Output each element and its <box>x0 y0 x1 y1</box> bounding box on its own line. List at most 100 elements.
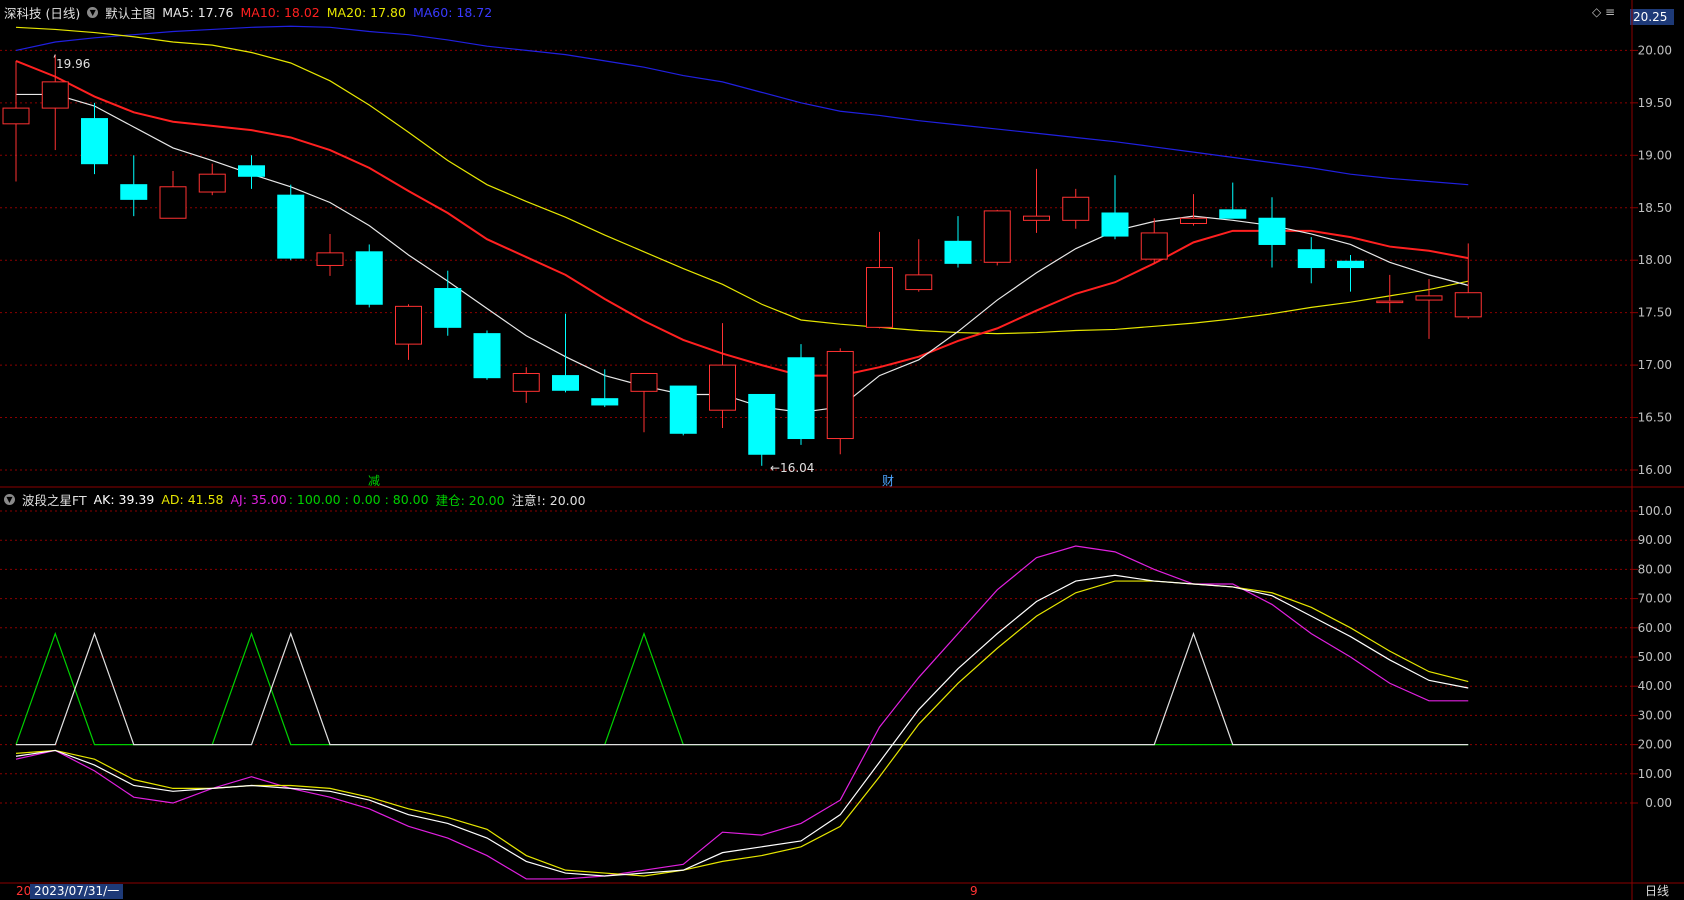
candle <box>1376 274 1404 313</box>
candle <box>238 155 265 189</box>
month-marker: 9 <box>970 884 978 898</box>
candle-body <box>473 333 501 379</box>
candle <box>512 367 540 403</box>
mark-cai: 财 <box>882 474 894 488</box>
candle <box>630 372 658 433</box>
candle <box>1023 168 1050 233</box>
y-tick-label: 19.00 <box>1638 148 1672 162</box>
candle <box>1180 194 1207 226</box>
candle-body <box>826 350 854 440</box>
candle-body <box>2 107 30 125</box>
period-label[interactable]: 日线 <box>1645 884 1669 899</box>
candle-body <box>983 210 1011 263</box>
high-annotation: 19.96 <box>56 57 90 71</box>
candle <box>120 155 148 217</box>
candle <box>866 231 893 329</box>
candle-body <box>512 372 540 392</box>
candle-body <box>1258 217 1286 245</box>
candle-body <box>1415 295 1443 301</box>
candle <box>395 304 422 360</box>
mark-jian: 减 <box>368 474 380 488</box>
cursor-date: 2023/07/31/一 <box>30 884 124 899</box>
y-tick-label: 19.50 <box>1638 96 1672 110</box>
candle-body <box>1140 232 1168 260</box>
zhuyi-line <box>16 631 1469 746</box>
candle-body <box>1101 212 1129 237</box>
candle-body <box>238 165 265 177</box>
ak-line <box>15 574 1469 877</box>
candle-body <box>1454 292 1482 318</box>
candle <box>748 393 776 466</box>
candle-body <box>395 305 422 345</box>
candle-body <box>277 194 305 259</box>
candle <box>81 102 108 175</box>
y-tick-label: 18.50 <box>1638 201 1672 215</box>
y-tick-label: 20.00 <box>1638 738 1672 752</box>
candle <box>434 270 462 336</box>
candle <box>983 209 1011 266</box>
candle <box>159 171 187 219</box>
candle-body <box>709 364 736 411</box>
y-tick-label: 17.50 <box>1638 306 1672 320</box>
y-tick-label: 10.00 <box>1638 767 1672 781</box>
candle-body <box>81 118 108 165</box>
y-tick-label: 60.00 <box>1638 621 1672 635</box>
candle-body <box>434 288 462 328</box>
candle-body <box>787 357 815 440</box>
y-tick-label: 17.00 <box>1638 358 1672 372</box>
candle-body <box>159 186 187 219</box>
candle <box>1062 188 1090 229</box>
candle <box>787 344 815 445</box>
candle-body <box>669 385 697 434</box>
candle <box>277 184 305 261</box>
candle <box>2 60 30 182</box>
y-tick-label: 16.50 <box>1638 411 1672 425</box>
bottom-year-fragment: 20 <box>16 884 32 898</box>
candle-body <box>1337 260 1364 269</box>
low-annotation: ←16.04 <box>770 461 814 475</box>
candle-body <box>748 393 776 455</box>
candle-body <box>120 184 148 200</box>
candle <box>1297 237 1325 284</box>
aj-line <box>15 545 1469 880</box>
candle-body <box>1062 196 1090 221</box>
y-tick-label: 18.00 <box>1638 253 1672 267</box>
candle-body <box>1297 249 1325 269</box>
y-tick-label: 20.00 <box>1638 43 1672 57</box>
candle-body <box>316 252 344 266</box>
candle <box>669 385 697 436</box>
ma10-line <box>15 59 1469 377</box>
candle-body <box>905 274 933 291</box>
candle <box>1454 243 1482 319</box>
candle <box>473 330 501 380</box>
candle-body <box>1376 300 1404 304</box>
y-tick-label: 80.00 <box>1638 562 1672 576</box>
ma20-line <box>15 26 1469 335</box>
candle <box>944 216 972 268</box>
candle <box>709 323 736 429</box>
candle <box>316 233 344 276</box>
candle-body <box>1180 217 1207 224</box>
y-tick-label: 50.00 <box>1638 650 1672 664</box>
y-tick-label: 16.00 <box>1638 463 1672 477</box>
candle-body <box>355 251 383 305</box>
candle-body <box>1023 215 1050 221</box>
candle-body <box>198 173 226 193</box>
candle-body <box>866 267 893 328</box>
candle-body <box>552 375 579 391</box>
candle <box>826 348 854 455</box>
candle-body <box>41 81 69 109</box>
candle-body <box>944 240 972 264</box>
y-tick-label: 100.0 <box>1638 504 1672 518</box>
ad-line <box>15 580 1469 877</box>
candle <box>1140 218 1168 264</box>
candle-body <box>591 398 619 406</box>
y-tick-label: 40.00 <box>1638 679 1672 693</box>
candle <box>591 369 619 408</box>
y-tick-label: 90.00 <box>1638 533 1672 547</box>
chart-canvas[interactable]: 20.00 19.50 19.00 18.50 18.00 17.50 17.00 16.50… <box>0 0 1684 900</box>
candle-body <box>1219 209 1247 219</box>
candle <box>1101 175 1129 240</box>
y-tick-label: 0.00 <box>1645 796 1672 810</box>
candle <box>905 239 933 292</box>
